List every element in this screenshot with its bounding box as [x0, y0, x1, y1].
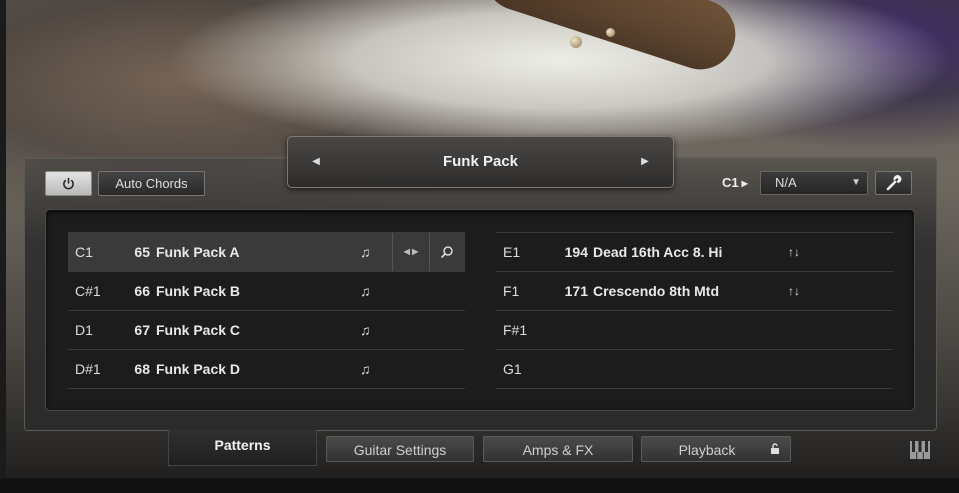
slot-number: 66	[134, 283, 150, 299]
key-switch-label: C1 ▶	[722, 171, 748, 194]
power-icon	[63, 177, 74, 190]
preset-name[interactable]: Funk Pack	[288, 137, 673, 187]
slot-number: 67	[134, 322, 150, 338]
window-frame-bottom	[0, 478, 959, 493]
slot-key: F1	[503, 283, 520, 299]
slot-number: 68	[134, 361, 150, 377]
chevron-down-icon: ▼	[851, 177, 861, 188]
auto-chords-button[interactable]: Auto Chords	[98, 171, 205, 196]
tab-amps-fx[interactable]: Amps & FX	[483, 436, 633, 462]
slot-pattern-name: Dead 16th Acc 8. Hi	[593, 244, 723, 260]
slot-number: 194	[564, 244, 588, 260]
slot-pattern-name: Funk Pack C	[156, 322, 241, 338]
pattern-slot-row[interactable]: D1 67 Funk Pack C ♫	[68, 311, 465, 350]
key-switch-note: C1	[722, 175, 739, 190]
pattern-slot-row[interactable]: C#1 66 Funk Pack B ♫	[68, 272, 465, 311]
power-button[interactable]	[45, 171, 92, 196]
music-note-icon[interactable]: ♫	[360, 272, 371, 310]
slot-number: 65	[134, 244, 150, 260]
slot-key: C1	[75, 244, 93, 260]
preset-next-button[interactable]: ▶	[625, 137, 665, 187]
tab-playback[interactable]: Playback	[641, 436, 791, 462]
tab-playback-label: Playback	[678, 442, 736, 458]
music-note-icon[interactable]: ♫	[360, 350, 371, 388]
strum-direction-icon[interactable]: ↑↓	[788, 233, 800, 271]
pattern-slots-grid: C1 65 Funk Pack A ♫ ◀ ▶ C#1 66 Funk Pack…	[45, 209, 915, 411]
slot-number: 171	[564, 283, 588, 299]
piano-keys-icon[interactable]	[910, 441, 930, 459]
music-note-icon[interactable]: ♫	[360, 311, 371, 349]
preset-selector: ◀ Funk Pack ▶	[287, 136, 674, 188]
pattern-slot-row[interactable]: F#1	[496, 311, 893, 350]
key-select-dropdown[interactable]: N/A ▼	[760, 171, 868, 195]
strum-direction-icon[interactable]: ↑↓	[788, 272, 800, 310]
tab-patterns[interactable]: Patterns	[168, 430, 317, 466]
search-button[interactable]	[430, 233, 464, 271]
guitar-knob-icon	[606, 28, 615, 37]
pattern-slots-left: C1 65 Funk Pack A ♫ ◀ ▶ C#1 66 Funk Pack…	[68, 232, 465, 389]
guitar-knob-icon	[570, 36, 582, 48]
settings-wrench-button[interactable]	[875, 171, 912, 195]
window-frame	[0, 0, 6, 493]
pattern-slot-row[interactable]: F1 171 Crescendo 8th Mtd ↑↓	[496, 272, 893, 311]
slot-key: D1	[75, 322, 93, 338]
search-icon	[440, 246, 453, 259]
lock-icon	[770, 437, 780, 463]
slot-key: F#1	[503, 322, 528, 338]
slot-pattern-name: Crescendo 8th Mtd	[593, 283, 720, 299]
wrench-icon	[886, 175, 902, 191]
key-select-value: N/A	[775, 175, 797, 190]
music-note-icon[interactable]: ♫	[360, 233, 371, 271]
slot-key: D#1	[75, 361, 101, 377]
slot-pattern-name: Funk Pack D	[156, 361, 241, 377]
slot-key: E1	[503, 244, 521, 260]
slot-key: G1	[503, 361, 522, 377]
slot-nav-arrows[interactable]: ◀ ▶	[392, 233, 430, 271]
slot-key: C#1	[75, 283, 101, 299]
pattern-slots-right: E1 194 Dead 16th Acc 8. Hi ↑↓ F1 171 Cre…	[496, 232, 893, 389]
triangle-right-icon: ▶	[741, 179, 748, 188]
slot-pattern-name: Funk Pack A	[156, 244, 240, 260]
pattern-slot-row[interactable]: E1 194 Dead 16th Acc 8. Hi ↑↓	[496, 232, 893, 272]
slot-pattern-name: Funk Pack B	[156, 283, 241, 299]
tab-guitar-settings[interactable]: Guitar Settings	[326, 436, 474, 462]
pattern-slot-row[interactable]: G1	[496, 350, 893, 389]
pattern-slot-row[interactable]: C1 65 Funk Pack A ♫ ◀ ▶	[68, 232, 465, 272]
pattern-slot-row[interactable]: D#1 68 Funk Pack D ♫	[68, 350, 465, 389]
